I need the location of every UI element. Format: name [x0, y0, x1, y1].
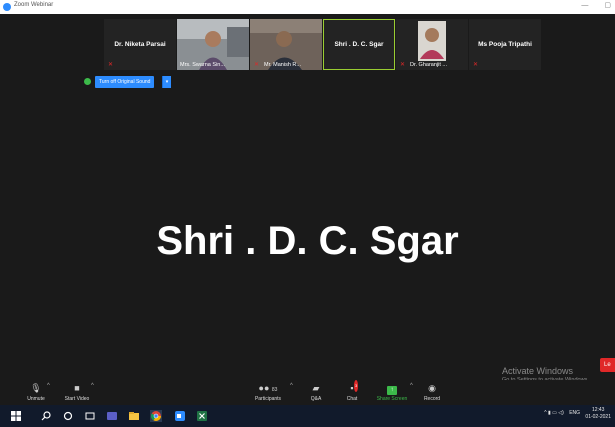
participant-tile-niketa[interactable]: Dr. Niketa Parsai ✕ [104, 19, 176, 70]
unmute-label: Unmute [27, 396, 45, 402]
clock-date: 01-02-2021 [585, 414, 611, 420]
chevron-up-icon[interactable]: ^ [91, 383, 94, 389]
maximize-icon[interactable]: ▢ [604, 2, 611, 9]
windows-taskbar: ^ ▮ ▭ ◁) ENG 12:43 01-02-2021 [0, 405, 615, 427]
meeting-area: Dr. Niketa Parsai ✕ Mrs. Swarna Sin... ✕… [0, 14, 615, 380]
chat-icon: ▪ 3 [330, 380, 374, 394]
record-button[interactable]: ◉ Record [410, 382, 454, 402]
task-view-icon[interactable] [84, 410, 96, 422]
participant-name: Mr. Manish R... [264, 62, 301, 68]
shield-icon [84, 78, 91, 85]
participant-name: Shri . D. C. Sgar [334, 41, 384, 48]
participants-button[interactable]: ●● 83 Participants ^ [246, 382, 293, 402]
file-explorer-icon[interactable] [128, 410, 140, 422]
share-screen-label: Share Screen [376, 396, 408, 402]
excel-icon[interactable] [196, 410, 208, 422]
meeting-toolbar: 🎙 Unmute ^ ■ Start Video ^ ●● 83 Partici… [0, 380, 615, 405]
chat-label: Chat [346, 396, 358, 402]
participant-tile-manish[interactable]: ✕ Mr. Manish R... [250, 19, 322, 70]
windows-start-icon[interactable] [10, 410, 22, 422]
teams-icon[interactable] [106, 410, 118, 422]
participant-tile-gharanjit[interactable]: ✕ Dr. Gharanjit ... [396, 19, 468, 70]
participant-tile-pooja[interactable]: Ms Pooja Tripathi ✕ [469, 19, 541, 70]
participants-label: Participants [254, 396, 282, 402]
chevron-up-icon[interactable]: ^ [290, 383, 293, 389]
participant-name: Dr. Niketa Parsai [114, 41, 166, 48]
active-speaker-name: Shri . D. C. Sgar [156, 219, 459, 263]
participant-name: Dr. Gharanjit ... [410, 62, 447, 68]
zoom-app-icon [3, 3, 11, 11]
unmute-button[interactable]: 🎙 Unmute ^ [14, 382, 58, 402]
clock-time: 12:43 [591, 407, 605, 413]
cortana-icon[interactable] [62, 410, 74, 422]
watermark-title: Activate Windows [502, 366, 574, 376]
mic-muted-icon: ✕ [473, 62, 479, 68]
title-bar: Zoom Webinar — ▢ [0, 0, 615, 14]
participant-tile-dc-sgar[interactable]: Shri . D. C. Sgar [323, 19, 395, 70]
start-video-button[interactable]: ■ Start Video ^ [55, 382, 99, 402]
mic-muted-icon: ✕ [400, 62, 406, 68]
chat-badge: 3 [354, 380, 359, 392]
record-icon: ◉ [428, 383, 436, 393]
mic-muted-icon: ✕ [108, 62, 114, 68]
share-screen-icon: ↑ [370, 382, 414, 395]
original-sound-button[interactable]: Turn off Original Sound [95, 76, 155, 88]
participant-tile-swarna[interactable]: Mrs. Swarna Sin... [177, 19, 249, 70]
video-strip: Dr. Niketa Parsai ✕ Mrs. Swarna Sin... ✕… [104, 19, 545, 70]
participant-name: Mrs. Swarna Sin... [180, 62, 225, 68]
chrome-icon[interactable] [150, 410, 162, 422]
start-video-label: Start Video [64, 396, 90, 402]
chat-button[interactable]: ▪ 3 Chat [330, 380, 374, 402]
share-screen-button[interactable]: ↑ Share Screen ^ [370, 382, 414, 402]
search-icon[interactable] [40, 410, 52, 422]
record-label: Record [423, 396, 441, 402]
microphone-muted-icon: 🎙 [30, 383, 42, 393]
window-controls: — ▢ [567, 1, 611, 9]
participants-count: 83 [271, 387, 278, 393]
participant-name: Ms Pooja Tripathi [478, 41, 532, 48]
input-language[interactable]: ENG [569, 410, 580, 416]
chevron-up-icon[interactable]: ^ [47, 383, 50, 389]
minimize-icon[interactable]: — [581, 2, 588, 9]
system-tray: ^ ▮ ▭ ◁) ENG 12:43 01-02-2021 [544, 407, 611, 421]
mic-muted-icon: ✕ [254, 62, 260, 68]
tray-icons[interactable]: ^ ▮ ▭ ◁) [544, 410, 564, 416]
chevron-down-icon[interactable]: ▾ [162, 76, 171, 88]
zoom-icon[interactable] [174, 410, 186, 422]
window-title: Zoom Webinar [14, 2, 54, 8]
clock[interactable]: 12:43 01-02-2021 [585, 407, 611, 421]
participants-icon: ●● 83 [258, 383, 278, 393]
leave-button[interactable]: Le [600, 358, 615, 372]
